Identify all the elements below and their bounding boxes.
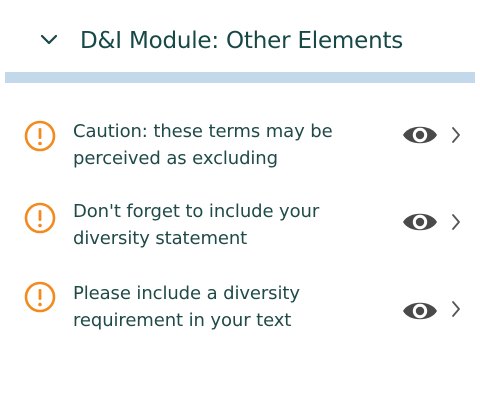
warning-icon — [23, 280, 57, 314]
list-item[interactable]: Please include a diversity requirement i… — [0, 280, 480, 342]
list-item[interactable]: Don't forget to include your diversity s… — [0, 198, 480, 260]
chevron-right-icon[interactable] — [449, 211, 463, 233]
list-item-text: Don't forget to include your diversity s… — [73, 201, 320, 249]
list-item[interactable]: Caution: these terms may be perceived as… — [0, 116, 480, 178]
chevron-right-icon[interactable] — [449, 298, 463, 320]
warning-icon — [23, 201, 57, 235]
eye-icon[interactable] — [401, 122, 439, 148]
list-item-text: Caution: these terms may be perceived as… — [73, 121, 333, 169]
list-item-text: Please include a diversity requirement i… — [73, 283, 300, 331]
panel-header[interactable]: D&I Module: Other Elements — [0, 0, 480, 72]
chevron-right-icon[interactable] — [449, 124, 463, 146]
eye-icon[interactable] — [401, 209, 439, 235]
panel-title: D&I Module: Other Elements — [80, 28, 404, 54]
warning-icon — [23, 119, 57, 153]
divider — [5, 72, 475, 83]
chevron-down-icon[interactable] — [38, 29, 60, 51]
eye-icon[interactable] — [401, 298, 439, 324]
